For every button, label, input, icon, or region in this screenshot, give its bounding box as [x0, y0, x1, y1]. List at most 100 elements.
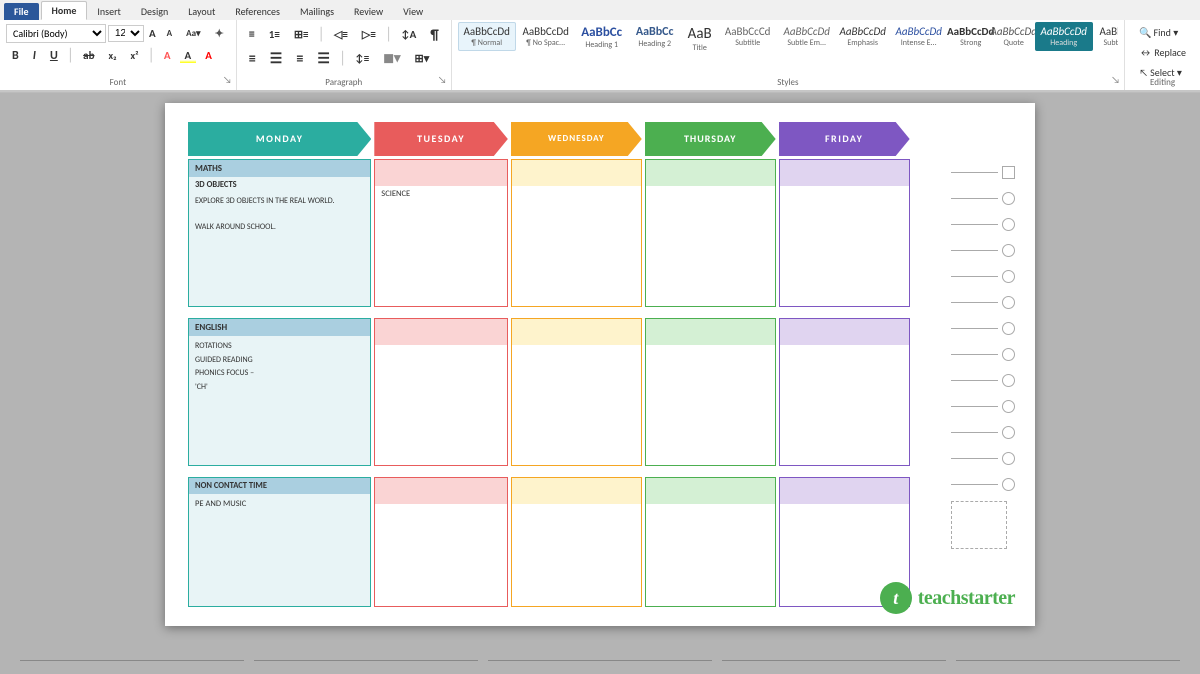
line-spacing-button[interactable]: ↕≡: [349, 50, 375, 67]
sidebar-checks: [943, 119, 1015, 610]
tab-view[interactable]: View: [393, 3, 433, 20]
style-normal[interactable]: AaBbCcDd ¶ Normal: [458, 22, 516, 51]
session3-wednesday: [511, 477, 642, 607]
shrink-font-button[interactable]: A: [161, 26, 178, 41]
ribbon-tab-row: File Home Insert Design Layout Reference…: [0, 0, 1200, 20]
tab-insert[interactable]: Insert: [87, 3, 131, 20]
styles-group: AaBbCcDd ¶ Normal AaBbCcDd ¶ No Spac... …: [452, 20, 1125, 90]
bottom-rules: [0, 646, 1200, 674]
style-emphasis[interactable]: AaBbCcDd Emphasis: [837, 22, 889, 51]
style-subtle-em[interactable]: AaBbCcDd Subtle Em...: [778, 22, 836, 51]
tab-file[interactable]: File: [4, 3, 39, 20]
style-intense-q[interactable]: AaBbCcDd Heading: [1035, 22, 1093, 51]
check-item-4: [951, 244, 1015, 257]
style-heading2[interactable]: AaBbCc Heading 2: [629, 22, 681, 52]
session2-monday-detail: ROTATIONS GUIDED READING PHONICS FOCUS –…: [189, 336, 370, 398]
grow-font-button[interactable]: A: [146, 25, 159, 42]
session3-tuesday: [374, 477, 508, 607]
style-title[interactable]: AaB Title: [682, 22, 718, 56]
tab-design[interactable]: Design: [131, 3, 178, 20]
increase-indent-button[interactable]: ▷≡: [356, 26, 382, 43]
italic-button[interactable]: I: [27, 47, 42, 65]
monday-banner: MONDAY: [188, 122, 371, 156]
align-left-button[interactable]: ≡: [243, 48, 262, 69]
shading-button[interactable]: ◼▾: [377, 49, 406, 68]
session1-monday-topic: 3D OBJECTS: [189, 177, 370, 193]
superscript-button[interactable]: x²: [124, 47, 144, 64]
change-case-button[interactable]: Aa▾: [180, 26, 206, 41]
wednesday-header: WEDNESDAY: [511, 122, 642, 156]
thursday-header: THURSDAY: [645, 122, 776, 156]
strikethrough-button[interactable]: ab: [77, 47, 100, 64]
style-subtitle[interactable]: AaBbCcCd Subtitle: [719, 22, 777, 51]
style-intense-e[interactable]: AaBbCcDd Intense E...: [890, 22, 948, 51]
session1-monday: MATHS 3D OBJECTS EXPLORE 3D OBJECTS IN T…: [188, 159, 371, 307]
document-page: MONDAY TUESDAY WEDNESDAY THURSDAY FRIDAY: [165, 103, 1035, 626]
multilevel-button[interactable]: ⊞≡: [288, 26, 315, 43]
text-effects-button[interactable]: A: [158, 47, 177, 64]
check-item-6: [951, 296, 1015, 309]
bold-button[interactable]: B: [6, 47, 25, 65]
session3-monday-detail: PE AND MUSIC: [189, 494, 370, 516]
editing-group: 🔍 Find ▾ ↔ Replace ↖ Select ▾ Editing: [1125, 20, 1200, 90]
tuesday-header: TUESDAY: [374, 122, 508, 156]
session1-row: MATHS 3D OBJECTS EXPLORE 3D OBJECTS IN T…: [188, 159, 910, 307]
session1-wednesday: [511, 159, 642, 307]
check-item-11: [951, 426, 1015, 439]
style-quote[interactable]: AaBbCcDd Quote: [994, 22, 1034, 51]
session1-monday-subject: MATHS: [189, 160, 370, 177]
document-area: MONDAY TUESDAY WEDNESDAY THURSDAY FRIDAY: [0, 93, 1200, 646]
find-button[interactable]: 🔍 Find ▾: [1133, 24, 1192, 41]
subscript-button[interactable]: x₂: [103, 47, 123, 64]
monday-header: MONDAY: [188, 122, 371, 156]
tab-review[interactable]: Review: [344, 3, 393, 20]
check-item-2: [951, 192, 1015, 205]
session3-thursday: [645, 477, 776, 607]
ts-logo-icon: t: [880, 582, 912, 614]
align-right-button[interactable]: ≡: [290, 48, 309, 69]
friday-banner: FRIDAY: [779, 122, 910, 156]
font-name-select[interactable]: Calibri (Body): [6, 24, 106, 43]
replace-button[interactable]: ↔ Replace: [1133, 44, 1192, 61]
borders-button[interactable]: ⊞▾: [409, 50, 436, 67]
bullets-button[interactable]: ≡: [243, 26, 261, 44]
style-strong[interactable]: AaBbCcDd Strong: [949, 22, 993, 51]
paragraph-group-label: Paragraph: [237, 77, 451, 88]
tab-layout[interactable]: Layout: [178, 3, 225, 20]
sort-button[interactable]: ↕A: [395, 26, 422, 43]
check-item-8: [951, 348, 1015, 361]
session2-monday: ENGLISH ROTATIONS GUIDED READING PHONICS…: [188, 318, 371, 466]
font-color-button[interactable]: A: [199, 47, 218, 64]
check-item-5: [951, 270, 1015, 283]
tab-home[interactable]: Home: [41, 1, 88, 20]
tab-references[interactable]: References: [225, 3, 290, 20]
clear-format-button[interactable]: ✦: [209, 25, 230, 42]
style-heading1[interactable]: AaBbCc Heading 1: [576, 22, 628, 53]
session-gap1: [188, 310, 910, 315]
session2-thursday: [645, 318, 776, 466]
underline-button[interactable]: U: [44, 47, 64, 65]
check-item-9: [951, 374, 1015, 387]
numbering-button[interactable]: 1≡: [263, 26, 286, 43]
check-item-7: [951, 322, 1015, 335]
session1-friday: [779, 159, 910, 307]
logo-dashed-box: [951, 501, 1007, 549]
session2-tuesday: [374, 318, 508, 466]
show-marks-button[interactable]: ¶: [424, 24, 444, 45]
style-no-spacing[interactable]: AaBbCcDd ¶ No Spac...: [517, 22, 575, 51]
justify-button[interactable]: ☰: [311, 48, 336, 69]
session2-monday-subject: ENGLISH: [189, 319, 370, 336]
tab-mailings[interactable]: Mailings: [290, 3, 344, 20]
ts-logo-text: teachstarter: [918, 587, 1015, 610]
session1-thursday: [645, 159, 776, 307]
style-subtle-ref[interactable]: AaBbCcDd Subtle Ref...: [1094, 22, 1118, 51]
align-center-button[interactable]: ☰: [264, 48, 289, 69]
font-group-label: Font: [0, 77, 236, 88]
highlight-button[interactable]: A: [179, 47, 198, 64]
session3-monday: NON CONTACT TIME PE AND MUSIC: [188, 477, 371, 607]
decrease-indent-button[interactable]: ◁≡: [328, 26, 354, 43]
session2-wednesday: [511, 318, 642, 466]
font-size-select[interactable]: 12: [108, 25, 144, 42]
check-item-3: [951, 218, 1015, 231]
check-item-13: [951, 478, 1015, 491]
